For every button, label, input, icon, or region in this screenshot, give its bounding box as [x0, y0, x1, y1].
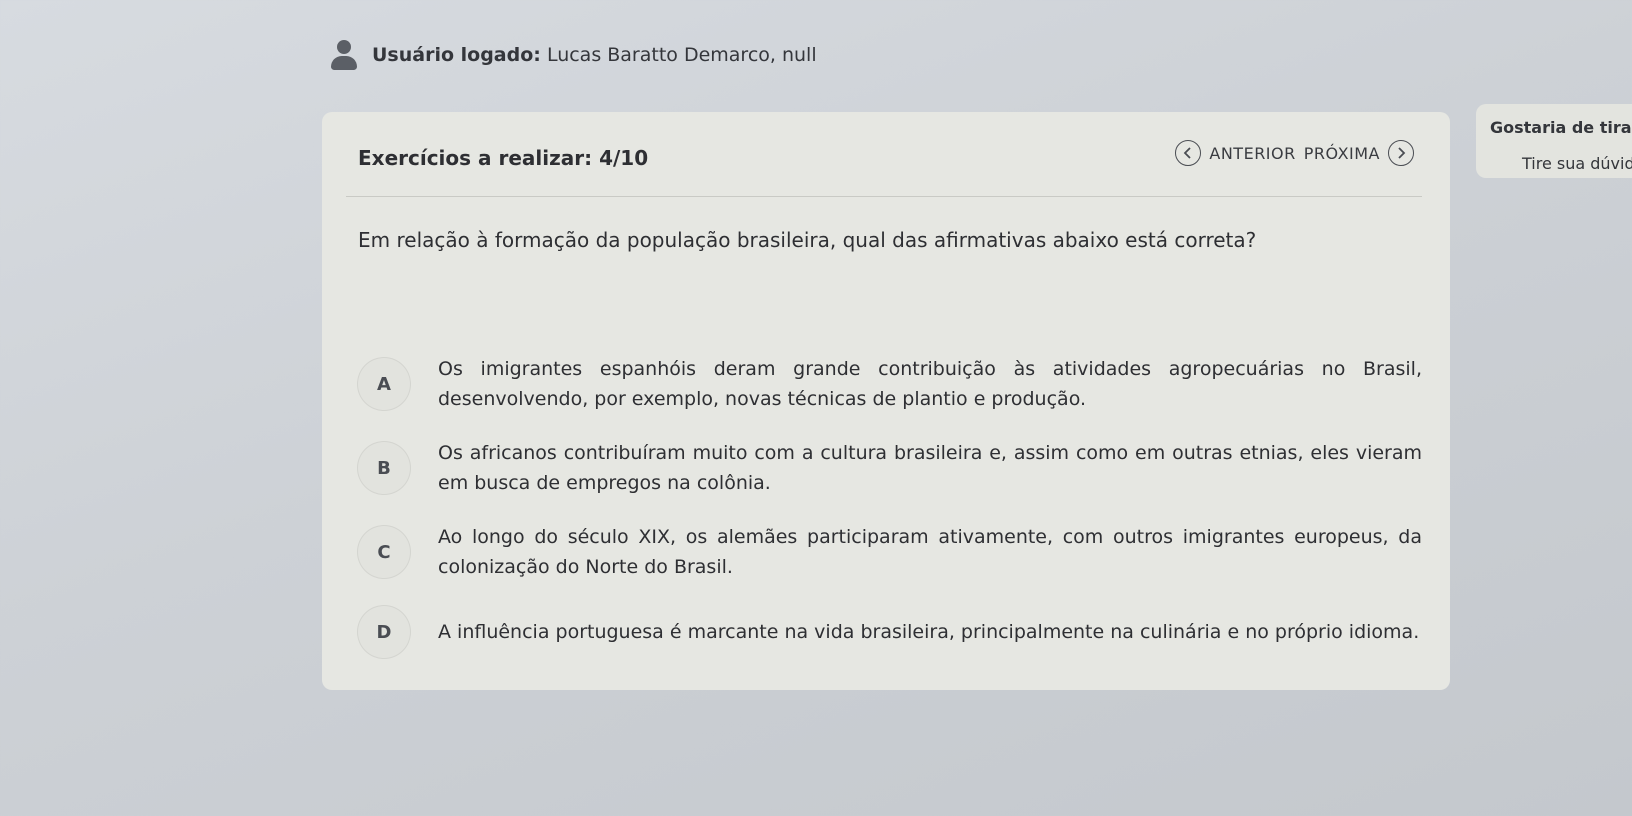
option-text-c[interactable]: Ao longo do século XIX, os alemães parti… [438, 522, 1422, 582]
previous-label: ANTERIOR [1209, 143, 1296, 163]
logged-user-key: Usuário logado: [372, 44, 541, 66]
option-letter-b[interactable]: B [358, 442, 410, 494]
option-a[interactable]: A Os imigrantes espanhóis deram grande c… [358, 354, 1422, 414]
next-label: PRÓXIMA [1303, 143, 1380, 163]
option-c[interactable]: C Ao longo do século XIX, os alemães par… [358, 522, 1422, 582]
option-letter-a[interactable]: A [358, 358, 410, 410]
user-bar: Usuário logado: Lucas Baratto Demarco, n… [330, 38, 817, 72]
exercise-header: Exercícios a realizar: 4/10 ANTERIOR PRÓ… [358, 140, 1414, 180]
option-text-a[interactable]: Os imigrantes espanhóis deram grande con… [438, 354, 1422, 414]
user-icon [330, 38, 358, 72]
chevron-left-icon [1175, 140, 1202, 166]
help-subtitle[interactable]: Tire sua dúvid [1522, 154, 1632, 173]
help-panel[interactable]: Gostaria de tirar u Tire sua dúvid [1476, 104, 1632, 178]
answer-options: A Os imigrantes espanhóis deram grande c… [358, 354, 1422, 682]
option-text-d[interactable]: A influência portuguesa é marcante na vi… [438, 617, 1422, 647]
option-letter-c[interactable]: C [358, 526, 410, 578]
exercise-card: Exercícios a realizar: 4/10 ANTERIOR PRÓ… [322, 112, 1450, 690]
question-text: Em relação à formação da população brasi… [358, 228, 1257, 252]
exercise-progress: Exercícios a realizar: 4/10 [358, 146, 649, 170]
logged-user-name: Lucas Baratto Demarco, null [546, 44, 817, 66]
exercise-navigation: ANTERIOR PRÓXIMA [1175, 140, 1414, 166]
header-divider [346, 196, 1422, 197]
next-button[interactable]: PRÓXIMA [1304, 140, 1414, 166]
option-text-b[interactable]: Os africanos contribuíram muito com a cu… [438, 438, 1422, 498]
option-letter-d[interactable]: D [358, 606, 410, 658]
logged-user-label: Usuário logado: Lucas Baratto Demarco, n… [372, 44, 817, 66]
option-d[interactable]: D A influência portuguesa é marcante na … [358, 606, 1422, 658]
previous-button[interactable]: ANTERIOR [1175, 140, 1295, 166]
option-b[interactable]: B Os africanos contribuíram muito com a … [358, 438, 1422, 498]
help-title: Gostaria de tirar u [1490, 118, 1632, 137]
chevron-right-icon [1388, 140, 1414, 166]
